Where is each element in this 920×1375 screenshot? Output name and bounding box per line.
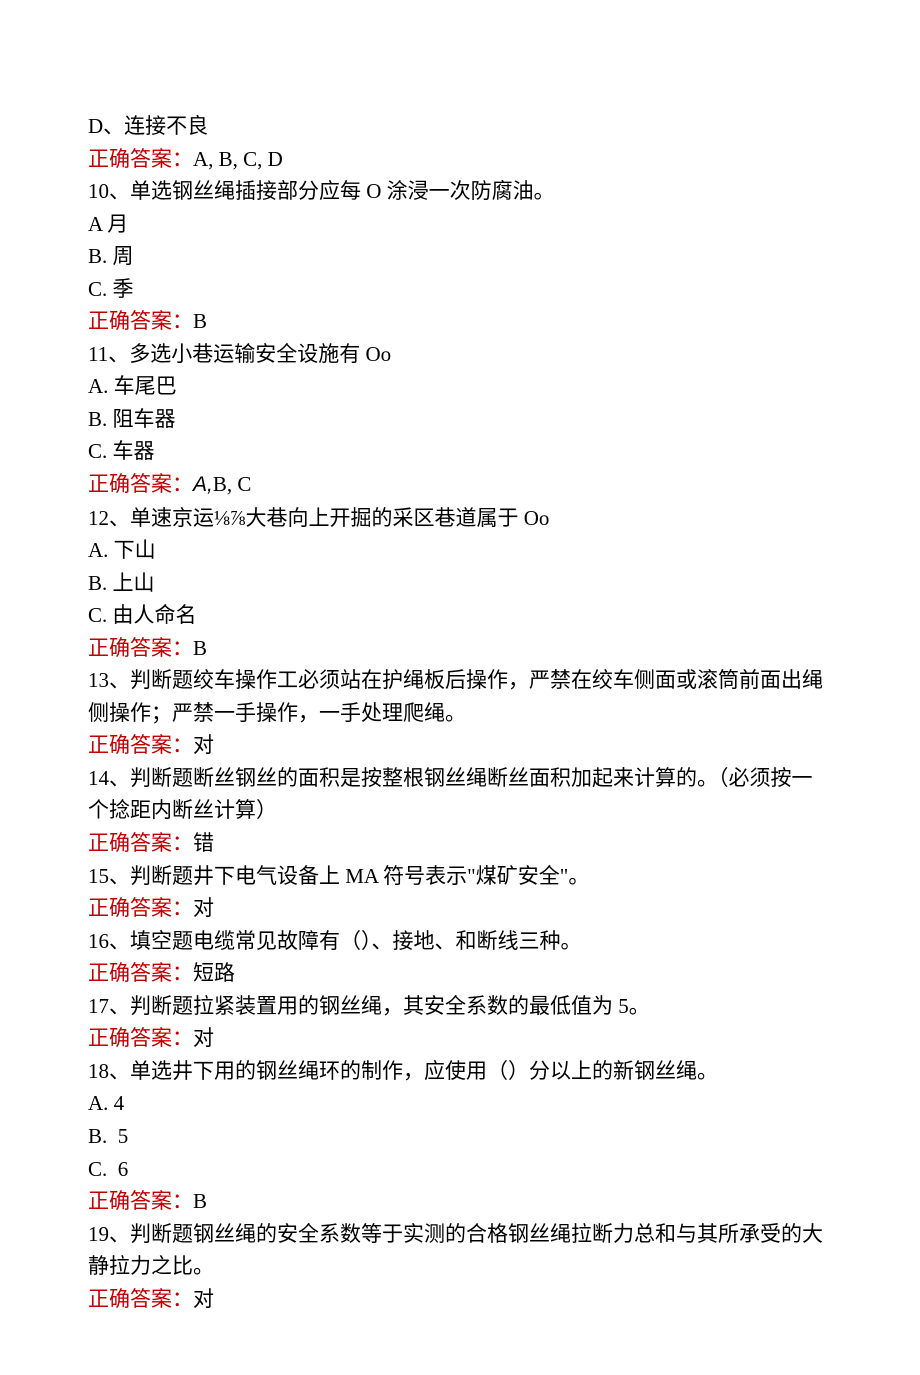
- document-page: D、连接不良 正确答案：A, B, C, D 10、单选钢丝绳插接部分应每 O …: [0, 0, 920, 1375]
- option-a: A 月: [88, 208, 832, 241]
- answer-value: 短路: [193, 961, 235, 985]
- question-15: 15、判断题井下电气设备上 MA 符号表示"煤矿安全"。: [88, 860, 832, 893]
- answer-label: 正确答案：: [88, 472, 193, 496]
- question-12: 12、单速京运⅛⅞大巷向上开掘的采区巷道属于 Oo: [88, 502, 832, 535]
- option-b: B. 5: [88, 1120, 832, 1153]
- answer-label: 正确答案：: [88, 961, 193, 985]
- answer-value: 对: [193, 1287, 214, 1311]
- answer-value: B: [193, 309, 207, 333]
- answer-line-19: 正确答案：对: [88, 1283, 832, 1316]
- question-19: 19、判断题钢丝绳的安全系数等于实测的合格钢丝绳拉断力总和与其所承受的大静拉力之…: [88, 1218, 832, 1283]
- answer-line-12: 正确答案：B: [88, 632, 832, 665]
- option-b: B. 周: [88, 240, 832, 273]
- option-c: C. 由人命名: [88, 599, 832, 632]
- option-c: C. 季: [88, 273, 832, 306]
- question-11: 11、多选小巷运输安全设施有 Oo: [88, 338, 832, 371]
- answer-label: 正确答案：: [88, 733, 193, 757]
- answer-value: 错: [193, 831, 214, 855]
- answer-value: 对: [193, 896, 214, 920]
- answer-line-18: 正确答案：B: [88, 1185, 832, 1218]
- question-17: 17、判断题拉紧装置用的钢丝绳，其安全系数的最低值为 5。: [88, 990, 832, 1023]
- answer-line-15: 正确答案：对: [88, 892, 832, 925]
- answer-line-10: 正确答案：B: [88, 305, 832, 338]
- option-d: D、连接不良: [88, 110, 832, 143]
- answer-label: 正确答案：: [88, 147, 193, 171]
- answer-label: 正确答案：: [88, 1026, 193, 1050]
- question-14: 14、判断题断丝钢丝的面积是按整根钢丝绳断丝面积加起来计算的。（必须按一个捻距内…: [88, 762, 832, 827]
- option-c: C. 6: [88, 1153, 832, 1186]
- answer-value: B: [193, 1189, 207, 1213]
- answer-label: 正确答案：: [88, 1287, 193, 1311]
- question-10: 10、单选钢丝绳插接部分应每 O 涂浸一次防腐油。: [88, 175, 832, 208]
- answer-line-16: 正确答案：短路: [88, 957, 832, 990]
- question-16: 16、填空题电缆常见故障有（）、接地、和断线三种。: [88, 925, 832, 958]
- question-13: 13、判断题绞车操作工必须站在护绳板后操作，严禁在绞车侧面或滚筒前面出绳侧操作；…: [88, 664, 832, 729]
- option-c: C. 车器: [88, 435, 832, 468]
- option-a: A. 4: [88, 1087, 832, 1120]
- answer-line-11: 正确答案：A,B, C: [88, 468, 832, 502]
- answer-label: 正确答案：: [88, 636, 193, 660]
- answer-label: 正确答案：: [88, 896, 193, 920]
- answer-value-b: B, C: [213, 472, 252, 496]
- answer-line-13: 正确答案：对: [88, 729, 832, 762]
- answer-label: 正确答案：: [88, 309, 193, 333]
- answer-value-a: A,: [193, 473, 213, 496]
- answer-label: 正确答案：: [88, 1189, 193, 1213]
- question-18: 18、单选井下用的钢丝绳环的制作，应使用（）分以上的新钢丝绳。: [88, 1055, 832, 1088]
- answer-line-17: 正确答案：对: [88, 1022, 832, 1055]
- option-b: B. 阻车器: [88, 403, 832, 436]
- answer-value: B: [193, 636, 207, 660]
- answer-label: 正确答案：: [88, 831, 193, 855]
- option-a: A. 车尾巴: [88, 370, 832, 403]
- option-b: B. 上山: [88, 567, 832, 600]
- answer-line-14: 正确答案：错: [88, 827, 832, 860]
- answer-value: A, B, C, D: [193, 147, 283, 171]
- answer-value: 对: [193, 1026, 214, 1050]
- answer-value: 对: [193, 733, 214, 757]
- answer-line-9: 正确答案：A, B, C, D: [88, 143, 832, 176]
- option-a: A. 下山: [88, 534, 832, 567]
